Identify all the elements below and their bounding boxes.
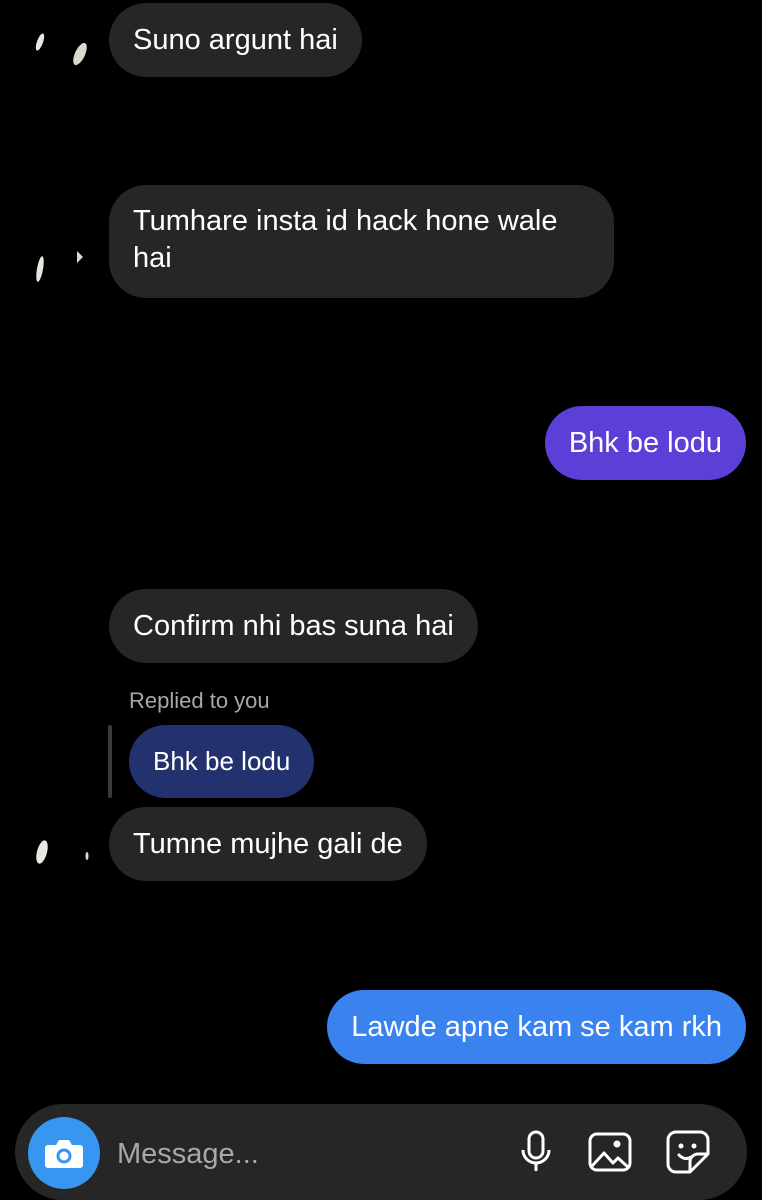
- message-text: Tumne mujhe gali de: [133, 828, 403, 860]
- quoted-message-text: Bhk be lodu: [153, 746, 291, 776]
- reply-label: Replied to you: [129, 688, 270, 713]
- voice-message-button[interactable]: [512, 1128, 560, 1176]
- message-text: Tumhare insta id hack hone wale: [133, 205, 558, 237]
- message-text: Lawde apne kam se kam rkh: [351, 1011, 722, 1043]
- microphone-icon: [521, 1130, 551, 1171]
- message-bubble[interactable]: Tumhare insta id hack hone wale hai: [109, 185, 614, 298]
- message-text: Bhk be lodu: [568, 427, 722, 459]
- avatar-fragment-icon: [36, 840, 89, 864]
- quoted-message[interactable]: Bhk be lodu: [129, 725, 315, 798]
- message-input[interactable]: [117, 1130, 497, 1178]
- message-text: Confirm nhi bas suna hai: [133, 610, 454, 642]
- camera-button[interactable]: [28, 1117, 100, 1189]
- gallery-button[interactable]: [586, 1128, 634, 1176]
- sender-avatar[interactable]: [30, 24, 94, 72]
- sender-avatar[interactable]: [30, 245, 94, 293]
- message-text: Suno argunt hai: [133, 24, 338, 56]
- camera-icon: [45, 1140, 83, 1168]
- message-composer: [15, 1104, 747, 1200]
- sticker-icon: [666, 1130, 710, 1174]
- message-text: hai: [133, 242, 172, 274]
- avatar-fragment-icon: [36, 251, 83, 282]
- sender-avatar[interactable]: [30, 828, 94, 876]
- message-bubble[interactable]: Lawde apne kam se kam rkh: [327, 990, 746, 1064]
- avatar-fragment-icon: [35, 33, 87, 66]
- message-bubble[interactable]: Suno argunt hai: [109, 3, 362, 77]
- message-bubble[interactable]: Bhk be lodu: [544, 406, 746, 480]
- message-bubble[interactable]: Tumne mujhe gali de: [109, 807, 427, 881]
- message-bubble[interactable]: Confirm nhi bas suna hai: [109, 589, 478, 663]
- sticker-button[interactable]: [664, 1128, 712, 1176]
- reply-indicator-bar: [108, 725, 112, 798]
- gallery-icon: [588, 1132, 632, 1172]
